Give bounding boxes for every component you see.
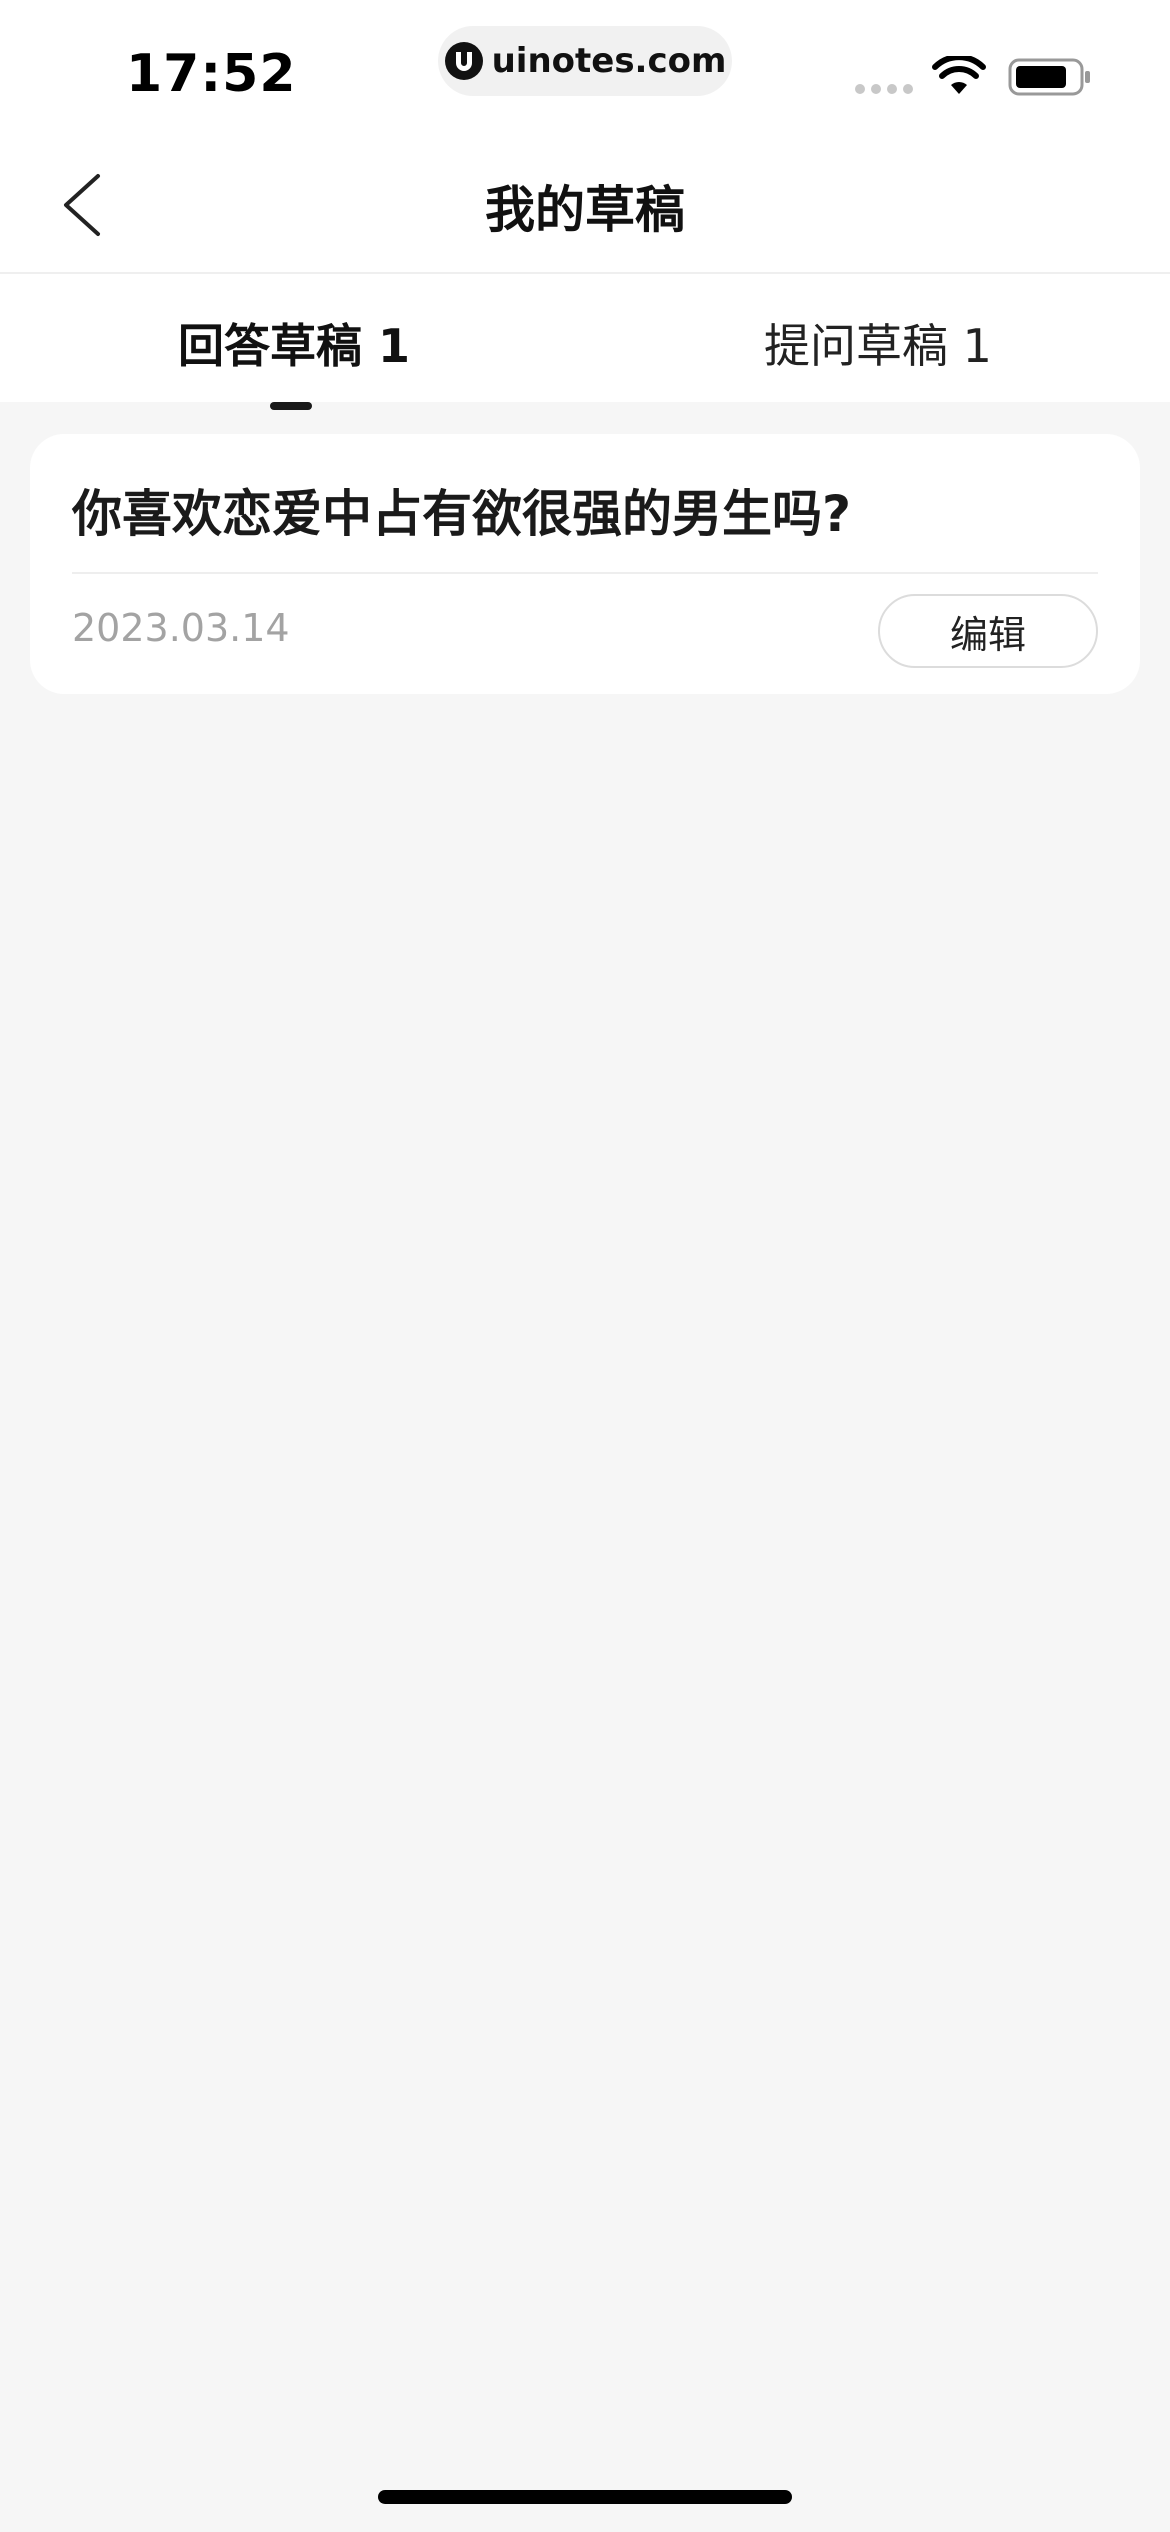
battery-icon [1008, 58, 1090, 96]
home-indicator[interactable] [378, 2490, 792, 2504]
card-divider [72, 572, 1098, 574]
status-bar: 17:52 uinotes.com [0, 0, 1170, 140]
drafts-screen: 17:52 uinotes.com 我的草稿 回答草稿 1 提问草稿 1 你喜欢… [0, 0, 1170, 2532]
active-tab-indicator [270, 402, 312, 410]
draft-date: 2023.03.14 [72, 606, 290, 650]
draft-title: 你喜欢恋爱中占有欲很强的男生吗? [72, 485, 852, 543]
url-pill[interactable]: uinotes.com [438, 26, 732, 96]
uinotes-logo-icon [444, 42, 483, 80]
draft-tabs: 回答草稿 1 提问草稿 1 [0, 274, 1170, 410]
draft-card[interactable]: 你喜欢恋爱中占有欲很强的男生吗? 2023.03.14 编辑 [30, 434, 1140, 694]
url-text: uinotes.com [491, 41, 727, 81]
nav-bar: 我的草稿 [0, 140, 1170, 274]
status-time: 17:52 [126, 44, 297, 104]
tab-question-drafts[interactable]: 提问草稿 1 [764, 310, 992, 376]
wifi-icon [932, 56, 986, 94]
page-title: 我的草稿 [485, 181, 685, 239]
tab-answer-drafts[interactable]: 回答草稿 1 [178, 310, 410, 376]
signal-dots-icon [855, 84, 913, 94]
edit-button[interactable]: 编辑 [878, 594, 1098, 668]
